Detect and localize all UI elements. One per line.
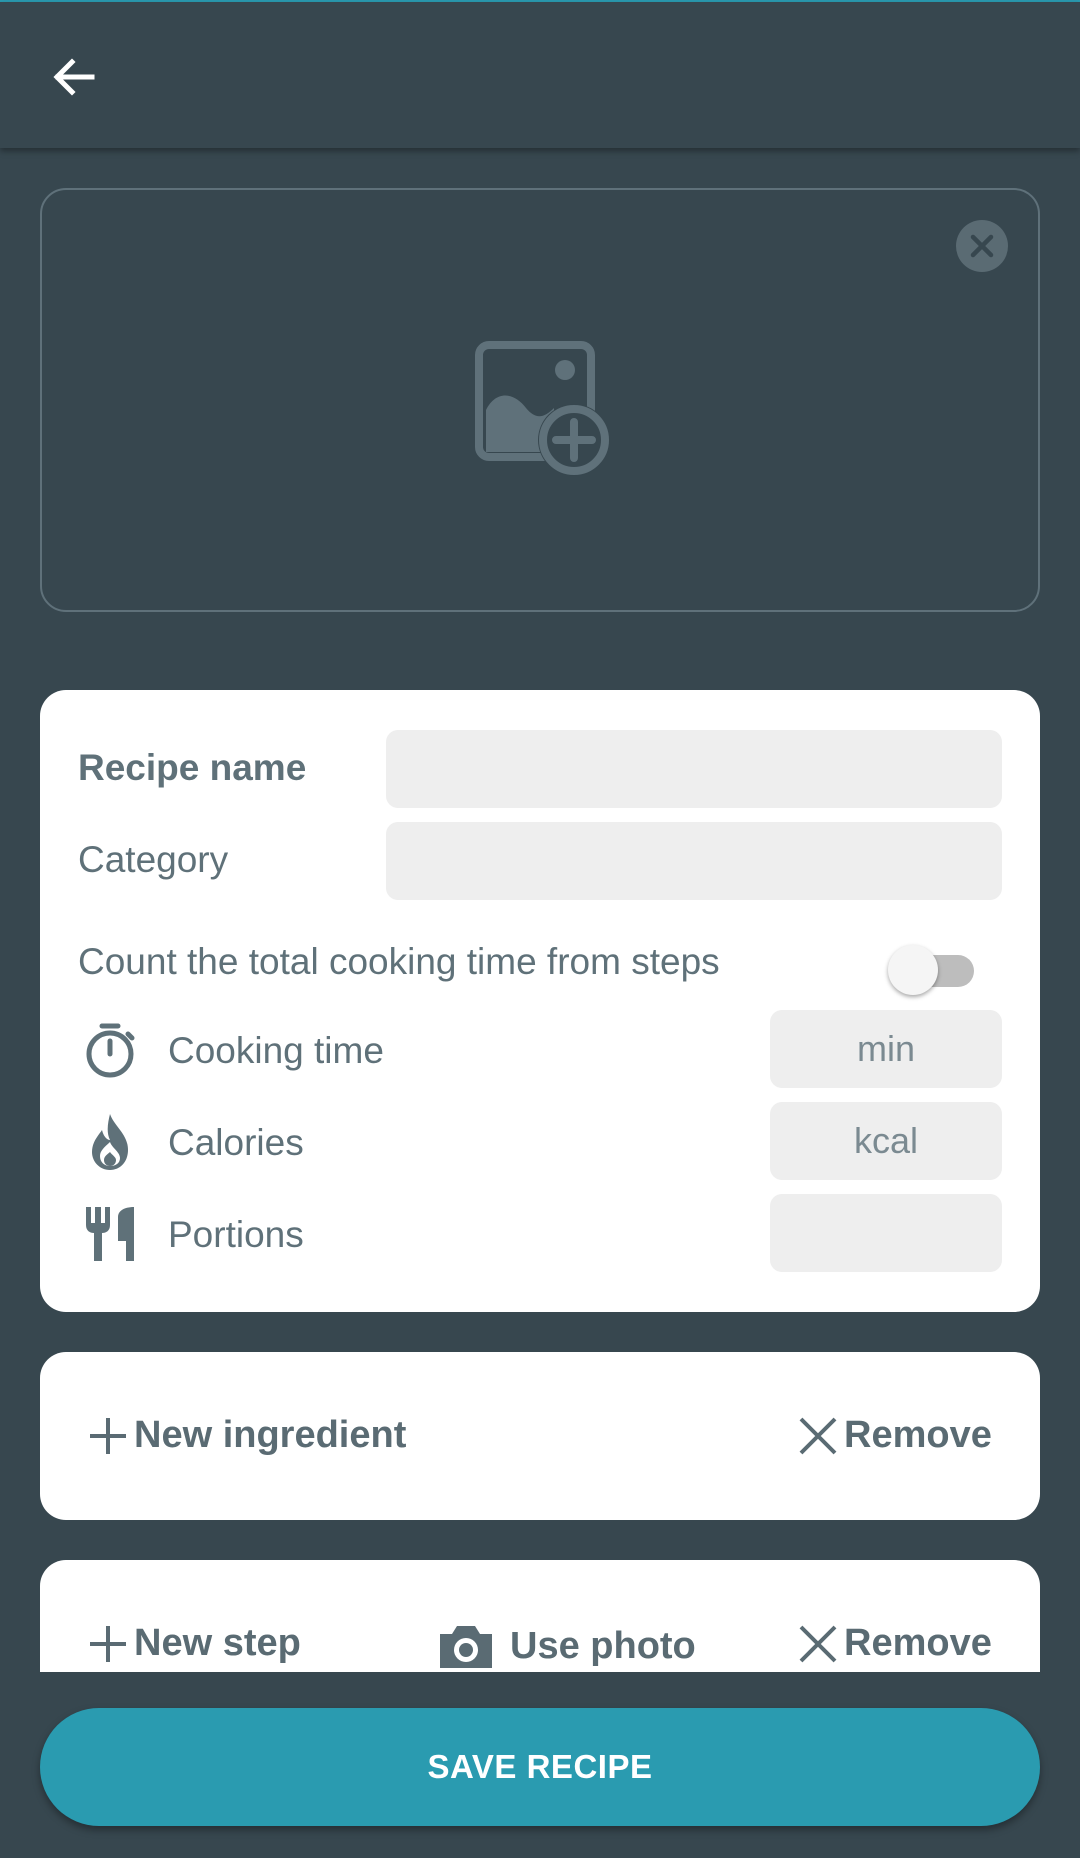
cutlery-icon bbox=[80, 1204, 140, 1264]
remove-ingredient-label: Remove bbox=[844, 1414, 992, 1456]
plus-icon bbox=[90, 1417, 126, 1454]
recipe-details-card: Recipe name Category Count the total coo… bbox=[40, 690, 1040, 1312]
remove-step-label: Remove bbox=[844, 1622, 992, 1664]
new-ingredient-label: New ingredient bbox=[134, 1414, 407, 1456]
category-label: Category bbox=[78, 839, 229, 880]
close-icon bbox=[970, 234, 994, 258]
recipe-photo-picker[interactable] bbox=[40, 188, 1040, 612]
remove-step-button[interactable]: Remove bbox=[798, 1622, 992, 1665]
cooking-time-label: Cooking time bbox=[168, 1030, 384, 1071]
camera-icon bbox=[440, 1626, 492, 1668]
portions-input[interactable] bbox=[770, 1194, 1002, 1272]
add-photo-icon bbox=[475, 341, 610, 476]
new-step-label: New step bbox=[134, 1622, 301, 1664]
category-input[interactable] bbox=[386, 822, 1002, 900]
calories-input[interactable]: kcal bbox=[770, 1102, 1002, 1180]
toggle-thumb bbox=[888, 945, 938, 995]
remove-photo-button[interactable] bbox=[956, 220, 1008, 272]
recipe-name-input[interactable] bbox=[386, 730, 1002, 808]
remove-ingredient-button[interactable]: Remove bbox=[798, 1414, 992, 1457]
arrow-back-icon bbox=[53, 58, 95, 96]
fire-icon bbox=[80, 1112, 140, 1172]
close-icon bbox=[799, 1417, 837, 1454]
use-photo-button[interactable]: Use photo bbox=[436, 1622, 696, 1670]
portions-label: Portions bbox=[168, 1214, 304, 1255]
save-recipe-button[interactable]: SAVE RECIPE bbox=[40, 1708, 1040, 1826]
new-step-button[interactable]: New step bbox=[88, 1622, 301, 1665]
step-card: New step Use photo Remove bbox=[40, 1560, 1040, 1672]
use-photo-label: Use photo bbox=[510, 1624, 696, 1667]
recipe-name-label: Recipe name bbox=[78, 747, 307, 788]
calories-label: Calories bbox=[168, 1122, 304, 1163]
auto-time-label: Count the total cooking time from steps bbox=[78, 941, 720, 982]
auto-time-toggle[interactable] bbox=[888, 940, 984, 996]
back-button[interactable] bbox=[32, 35, 116, 119]
ingredients-card: New ingredient Remove bbox=[40, 1352, 1040, 1520]
close-icon bbox=[799, 1625, 837, 1662]
cooking-time-input[interactable]: min bbox=[770, 1010, 1002, 1088]
new-ingredient-button[interactable]: New ingredient bbox=[88, 1414, 406, 1457]
plus-icon bbox=[90, 1625, 126, 1662]
timer-icon bbox=[80, 1020, 140, 1080]
app-bar bbox=[0, 2, 1080, 148]
